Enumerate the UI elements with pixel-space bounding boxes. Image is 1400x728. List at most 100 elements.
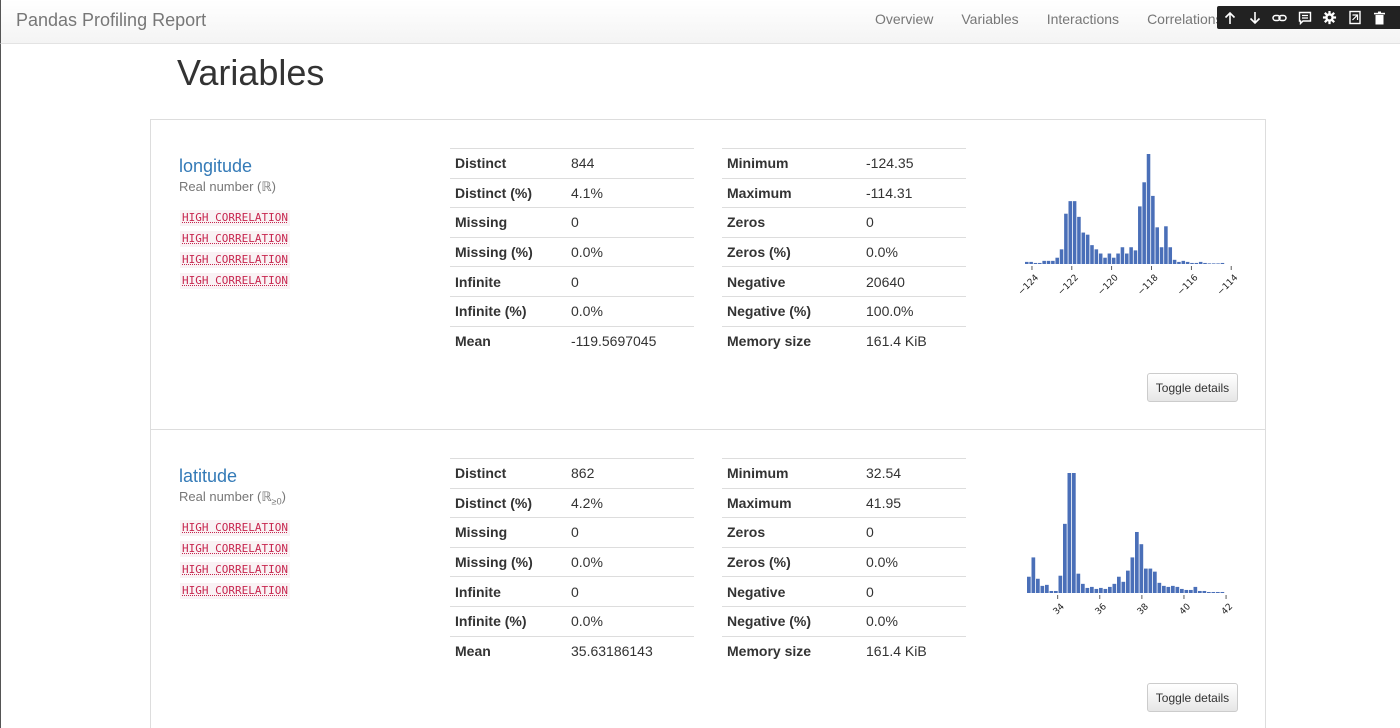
- histogram-bar: [1086, 235, 1090, 264]
- stat-label: Infinite: [450, 577, 566, 607]
- histogram-bar: [1045, 585, 1049, 593]
- histogram-bar: [1108, 254, 1112, 264]
- histogram-bar: [1190, 263, 1194, 264]
- histogram-bar: [1149, 569, 1153, 593]
- histogram-bar: [1029, 262, 1033, 264]
- stat-row: Infinite 0: [450, 267, 694, 297]
- stat-row: Minimum -124.35: [722, 149, 966, 179]
- histogram-bar: [1095, 589, 1099, 593]
- nav-interactions[interactable]: Interactions: [1033, 0, 1133, 44]
- stat-label: Zeros (%): [722, 547, 861, 577]
- x-tick-label: −118: [1136, 273, 1161, 298]
- histogram-bar: [1140, 544, 1144, 593]
- alert-badge[interactable]: HIGH CORRELATION: [180, 520, 290, 536]
- variable-name[interactable]: latitude: [179, 466, 237, 487]
- stat-value: -114.31: [861, 178, 966, 208]
- alert-badge[interactable]: HIGH CORRELATION: [180, 252, 290, 268]
- stat-label: Mean: [450, 326, 566, 356]
- histogram-bar: [1108, 587, 1112, 593]
- variable-type-prefix: Real number (: [179, 489, 261, 504]
- stat-row: Infinite 0: [450, 577, 694, 607]
- x-tick-label: −122: [1056, 273, 1081, 298]
- alert-badge[interactable]: HIGH CORRELATION: [180, 231, 290, 247]
- variable-name[interactable]: longitude: [179, 156, 252, 177]
- nav-variables[interactable]: Variables: [947, 0, 1032, 44]
- histogram-bar: [1064, 214, 1068, 264]
- stat-row: Infinite (%) 0.0%: [450, 606, 694, 636]
- stat-value: 4.2%: [566, 488, 694, 518]
- histogram-bar: [1090, 587, 1094, 593]
- toggle-details-button[interactable]: Toggle details: [1147, 373, 1238, 402]
- histogram-bar: [1199, 262, 1203, 264]
- histogram-bar: [1125, 254, 1129, 264]
- brand-title[interactable]: Pandas Profiling Report: [16, 10, 206, 31]
- arrow-down-icon[interactable]: [1242, 6, 1267, 29]
- stat-label: Maximum: [722, 488, 861, 518]
- stat-value: 0: [566, 577, 694, 607]
- stats-table-left: Distinct 844 Distinct (%) 4.1% Missing 0 Mi…: [450, 148, 694, 356]
- histogram-bar: [1090, 245, 1094, 264]
- histogram-bar: [1216, 263, 1220, 264]
- comment-icon[interactable]: [1292, 6, 1317, 29]
- variable-latitude: latitude Real number (ℝ≥0) HIGH CORRELAT…: [151, 429, 1265, 728]
- stat-label: Zeros (%): [722, 237, 861, 267]
- stat-label: Distinct: [450, 149, 566, 179]
- histogram-bar: [1195, 263, 1199, 264]
- x-tick-label: −120: [1096, 273, 1121, 298]
- stat-value: 20640: [861, 267, 966, 297]
- stat-label: Missing: [450, 518, 566, 548]
- link-icon[interactable]: [1267, 6, 1292, 29]
- stat-value: 0.0%: [861, 547, 966, 577]
- alert-badge[interactable]: HIGH CORRELATION: [180, 562, 290, 578]
- alert-badge[interactable]: HIGH CORRELATION: [180, 210, 290, 226]
- histogram-bar: [1135, 532, 1139, 593]
- histogram-bar: [1059, 576, 1063, 593]
- histogram-bar: [1173, 260, 1177, 264]
- navbar: Pandas Profiling Report Overview Variabl…: [0, 0, 1400, 44]
- alert-badge[interactable]: HIGH CORRELATION: [180, 273, 290, 289]
- toggle-details-button[interactable]: Toggle details: [1147, 683, 1238, 712]
- histogram-bar: [1208, 263, 1212, 264]
- histogram-bar: [1177, 262, 1181, 264]
- histogram-bar: [1153, 572, 1157, 593]
- histogram-bar: [1168, 247, 1172, 264]
- stat-row: Distinct 862: [450, 459, 694, 489]
- stat-row: Negative 20640: [722, 267, 966, 297]
- stat-row: Missing 0: [450, 208, 694, 238]
- histogram-bar: [1081, 584, 1085, 593]
- stat-value: 0: [861, 577, 966, 607]
- variable-type: Real number (ℝ≥0): [179, 489, 286, 507]
- nav-overview[interactable]: Overview: [861, 0, 947, 44]
- stat-label: Maximum: [722, 178, 861, 208]
- histogram-bar: [1162, 586, 1166, 593]
- alerts: HIGH CORRELATION HIGH CORRELATION HIGH C…: [180, 210, 290, 294]
- stat-row: Zeros (%) 0.0%: [722, 547, 966, 577]
- stat-label: Memory size: [722, 636, 861, 666]
- variable-type-prefix: Real number (: [179, 179, 261, 194]
- histogram-bar: [1117, 577, 1121, 593]
- histogram-bar: [1063, 524, 1067, 593]
- histogram-bar: [1131, 557, 1135, 593]
- cell-toolbar: [1217, 6, 1400, 29]
- gear-icon[interactable]: [1317, 6, 1342, 29]
- histogram-bar: [1155, 227, 1159, 264]
- histogram-bar: [1068, 201, 1072, 264]
- stat-label: Mean: [450, 636, 566, 666]
- alert-badge[interactable]: HIGH CORRELATION: [180, 583, 290, 599]
- trash-icon[interactable]: [1367, 6, 1392, 29]
- stat-label: Missing: [450, 208, 566, 238]
- histogram-bar: [1055, 258, 1059, 264]
- alert-badge[interactable]: HIGH CORRELATION: [180, 541, 290, 557]
- arrow-up-icon[interactable]: [1217, 6, 1242, 29]
- histogram-bar: [1099, 254, 1103, 264]
- variable-type-suffix: ): [282, 489, 286, 504]
- histogram-bar: [1104, 589, 1108, 593]
- stats-table-left: Distinct 862 Distinct (%) 4.2% Missing 0 Mi…: [450, 458, 694, 666]
- histogram-bar: [1221, 263, 1225, 264]
- stat-row: Maximum 41.95: [722, 488, 966, 518]
- notebook-icon[interactable]: [1342, 6, 1367, 29]
- stat-value: 35.63186143: [566, 636, 694, 666]
- alerts: HIGH CORRELATION HIGH CORRELATION HIGH C…: [180, 520, 290, 604]
- histogram-bar: [1047, 261, 1051, 264]
- stat-value: 161.4 KiB: [861, 326, 966, 356]
